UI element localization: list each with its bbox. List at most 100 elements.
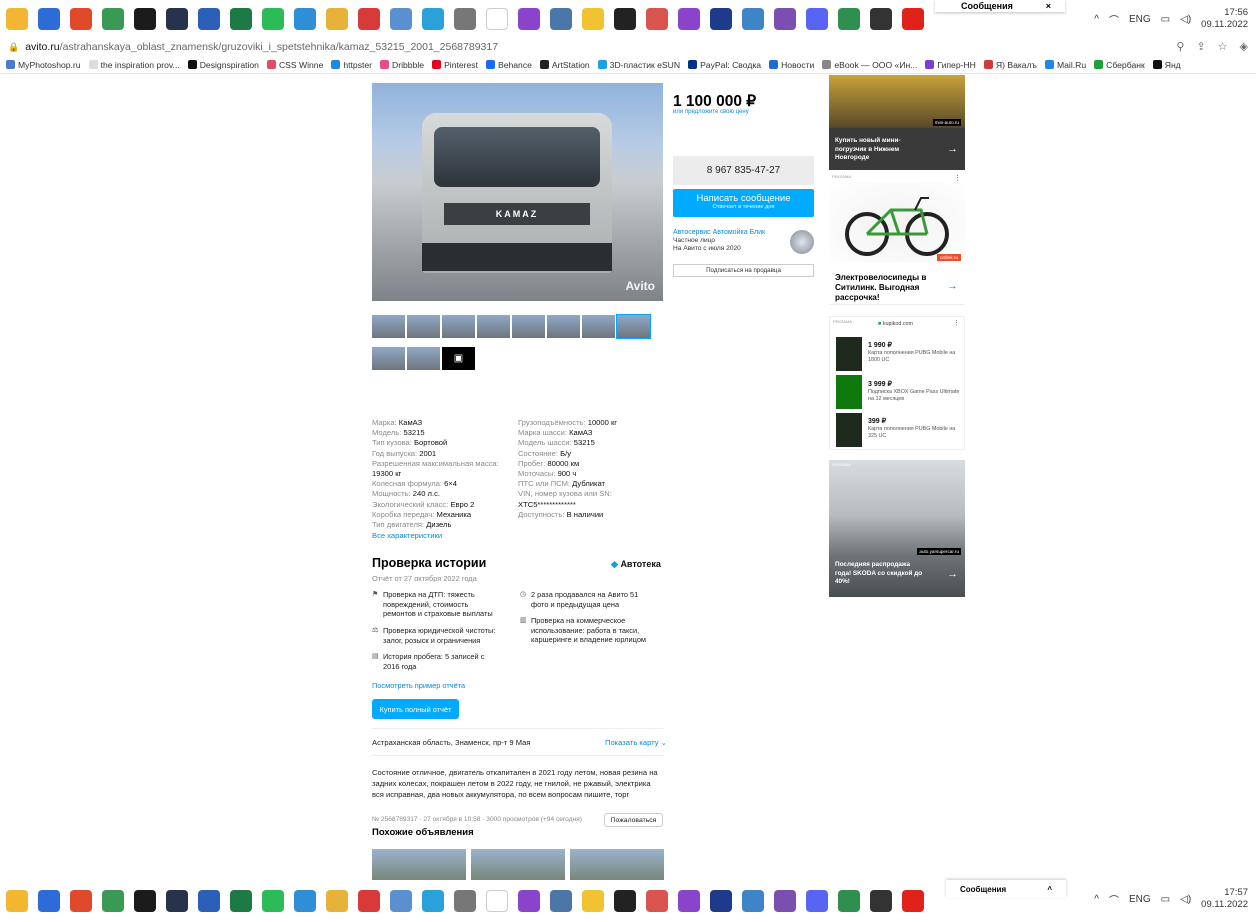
search-icon[interactable]	[870, 890, 892, 912]
store-icon[interactable]	[38, 890, 60, 912]
pdf-icon[interactable]	[358, 8, 380, 30]
file-explorer-icon[interactable]	[6, 890, 28, 912]
steam-icon[interactable]	[166, 890, 188, 912]
vk-icon[interactable]	[550, 8, 572, 30]
store-icon[interactable]	[38, 8, 60, 30]
calculator-icon[interactable]	[102, 8, 124, 30]
display-icon[interactable]: ▭	[1161, 894, 1170, 905]
vpn-icon[interactable]	[742, 8, 764, 30]
buy-report-button[interactable]: Купить полный отчёт	[372, 699, 459, 719]
clock[interactable]: 17:57 09.11.2022	[1201, 887, 1248, 911]
bookmark-item[interactable]: Behance	[485, 60, 532, 70]
ad-games[interactable]: РЕКЛАМА ■ kupikod.com ⋮ 1 990 ₽ Карта поп…	[829, 316, 965, 450]
clock[interactable]: 17:56 09.11.2022	[1201, 7, 1248, 31]
obs-icon[interactable]	[518, 890, 540, 912]
ad-mini-loader[interactable]: mini-auto.ru Купить новый мини-погрузчик…	[829, 75, 965, 170]
chrome-icon[interactable]	[70, 8, 92, 30]
nvidia-icon[interactable]	[134, 8, 156, 30]
offer-price-link[interactable]: или предложите свою цену	[673, 109, 749, 115]
bookmark-item[interactable]: 3D-пластик eSUN	[597, 60, 680, 70]
similar-item-image[interactable]	[471, 849, 565, 880]
network-icon[interactable]: ⌒	[1109, 12, 1119, 27]
more-icon[interactable]: ⋮	[954, 174, 961, 182]
bookmark-item[interactable]: Я) Вакалъ	[983, 60, 1037, 70]
messages-popup-bottom[interactable]: Сообщения ^	[946, 880, 1066, 898]
sample-report-link[interactable]: Посмотреть пример отчёта	[372, 681, 465, 690]
messages-popup-top[interactable]: Сообщения ×	[935, 0, 1065, 12]
bookmark-item[interactable]: Dribbble	[380, 60, 424, 70]
thumbnail[interactable]	[477, 315, 510, 338]
avatar[interactable]	[790, 230, 814, 254]
network-icon[interactable]: ⌒	[1109, 892, 1119, 907]
file-explorer-icon[interactable]	[6, 8, 28, 30]
address-bar[interactable]: 🔒 avito.ru/astrahanskaya_oblast_znamensk…	[0, 38, 1256, 56]
subscribe-seller-button[interactable]: Подписаться на продавца	[673, 264, 814, 277]
similar-item-image[interactable]	[570, 849, 664, 880]
write-message-button[interactable]: Написать сообщение Отвечает в течение дн…	[673, 189, 814, 217]
notes-icon[interactable]	[582, 8, 604, 30]
thumbnail[interactable]	[372, 347, 405, 370]
bookmark-item[interactable]: Pinterest	[432, 60, 478, 70]
close-icon[interactable]: ×	[1046, 1, 1051, 11]
bookmark-item[interactable]: Новости	[769, 60, 814, 70]
thumbnail[interactable]	[512, 315, 545, 338]
vs-icon[interactable]	[774, 890, 796, 912]
vs-icon[interactable]	[774, 8, 796, 30]
excel-icon[interactable]	[230, 890, 252, 912]
whatsapp-icon[interactable]	[262, 890, 284, 912]
nvidia-icon[interactable]	[134, 890, 156, 912]
bookmark-item[interactable]: Гипер-НН	[925, 60, 976, 70]
vk-icon[interactable]	[550, 890, 572, 912]
more-icon[interactable]: ⋮	[953, 319, 960, 327]
show-phone-button[interactable]: 8 967 835-47-27	[673, 156, 814, 185]
settings-icon[interactable]	[294, 8, 316, 30]
corsair-icon[interactable]	[614, 8, 636, 30]
corsair-icon[interactable]	[614, 890, 636, 912]
bookmark-item[interactable]: Янд	[1152, 60, 1181, 70]
bookmark-item[interactable]: PayPal: Сводка	[688, 60, 761, 70]
discord-icon[interactable]	[806, 890, 828, 912]
word-icon[interactable]	[198, 8, 220, 30]
volume-icon[interactable]: ◁)	[1180, 14, 1191, 25]
scissors-icon[interactable]	[454, 8, 476, 30]
scissors-icon[interactable]	[454, 890, 476, 912]
opera-icon[interactable]	[902, 890, 924, 912]
photoshop-icon[interactable]	[710, 8, 732, 30]
language-indicator[interactable]: ENG	[1129, 894, 1151, 905]
whatsapp-icon[interactable]	[262, 8, 284, 30]
similar-item-image[interactable]	[372, 849, 466, 880]
thumbnail[interactable]	[407, 347, 440, 370]
thumbnail[interactable]	[407, 315, 440, 338]
ad-ebike[interactable]: РЕКЛАМА ⋮ citilink.ru Электровелосипеды …	[829, 172, 965, 305]
bookmark-item[interactable]: Сбербанк	[1094, 60, 1145, 70]
search-icon[interactable]	[870, 8, 892, 30]
display-icon[interactable]: ▭	[1161, 14, 1170, 25]
discord-icon[interactable]	[806, 8, 828, 30]
pdf-reader-icon[interactable]	[646, 890, 668, 912]
telegram-icon[interactable]	[422, 8, 444, 30]
word-icon[interactable]	[198, 890, 220, 912]
bookmark-item[interactable]: MyPhotoshop.ru	[6, 60, 81, 70]
paint-icon[interactable]	[326, 890, 348, 912]
thumbnail[interactable]	[616, 314, 651, 339]
share-icon[interactable]: ⇪	[1196, 40, 1205, 53]
chevron-up-icon[interactable]: ^	[1094, 14, 1099, 25]
thumbnail[interactable]	[547, 315, 580, 338]
chevron-up-icon[interactable]: ^	[1094, 894, 1099, 905]
chrome-icon[interactable]	[70, 890, 92, 912]
star-icon[interactable]: ☆	[1218, 40, 1228, 53]
maps-icon[interactable]	[838, 8, 860, 30]
settings-icon[interactable]	[294, 890, 316, 912]
bookmark-item[interactable]: CSS Winne	[266, 60, 323, 70]
photos-icon[interactable]	[390, 8, 412, 30]
opera-icon[interactable]	[902, 8, 924, 30]
volume-icon[interactable]: ◁)	[1180, 894, 1191, 905]
thumbnail[interactable]	[582, 315, 615, 338]
thumbnail[interactable]	[372, 315, 405, 338]
extension-icon[interactable]: ◈	[1240, 40, 1248, 53]
obs-icon[interactable]	[518, 8, 540, 30]
thumbnail[interactable]	[442, 315, 475, 338]
pdf-icon[interactable]	[358, 890, 380, 912]
notes-icon[interactable]	[582, 890, 604, 912]
media-icon[interactable]	[486, 890, 508, 912]
